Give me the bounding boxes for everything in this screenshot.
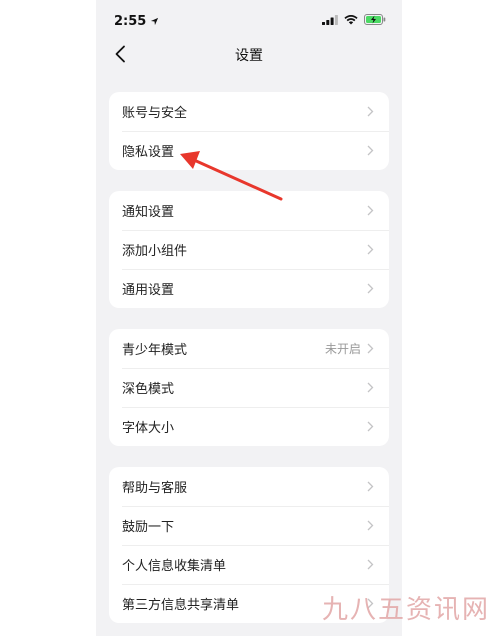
chevron-right-icon [365, 520, 375, 532]
chevron-right-icon [365, 559, 375, 571]
settings-item-privacy[interactable]: 隐私设置 [109, 131, 389, 170]
settings-item-font-size[interactable]: 字体大小 [109, 407, 389, 446]
status-icons [322, 14, 386, 25]
chevron-right-icon [365, 421, 375, 433]
chevron-right-icon [365, 382, 375, 394]
chevron-right-icon [365, 244, 375, 256]
battery-charging-icon [364, 14, 386, 25]
settings-item-label: 字体大小 [122, 421, 175, 436]
settings-item-label: 深色模式 [122, 382, 175, 397]
status-bar: 2:55 [96, 0, 402, 42]
wifi-icon [344, 14, 358, 24]
settings-item-add-widget[interactable]: 添加小组件 [109, 230, 389, 269]
chevron-right-icon [365, 106, 375, 118]
settings-item-label: 个人信息收集清单 [122, 559, 227, 574]
teen-mode-status: 未开启 [324, 342, 361, 356]
signal-icon [322, 14, 338, 25]
page-title: 设置 [235, 48, 263, 64]
settings-item-label: 青少年模式 [122, 343, 188, 358]
chevron-right-icon [365, 481, 375, 493]
settings-item-encourage[interactable]: 鼓励一下 [109, 506, 389, 545]
settings-group-general: 通知设置 添加小组件 通用设置 [109, 191, 389, 308]
settings-item-personal-info-list[interactable]: 个人信息收集清单 [109, 545, 389, 584]
nav-bar: 设置 [96, 38, 402, 70]
location-arrow-icon [151, 17, 159, 26]
phone-screen: 2:55 设置 账号与安全 隐私设置 通知设置 添加小组件 通用设置 青少年模式… [96, 0, 402, 636]
chevron-right-icon [365, 145, 375, 157]
chevron-right-icon [365, 343, 375, 355]
settings-item-dark-mode[interactable]: 深色模式 [109, 368, 389, 407]
settings-group-account: 账号与安全 隐私设置 [109, 92, 389, 170]
settings-item-label: 帮助与客服 [122, 481, 188, 496]
watermark: 九八五资讯网 [321, 595, 490, 625]
settings-item-label: 通用设置 [122, 283, 175, 298]
chevron-right-icon [365, 205, 375, 217]
settings-item-account-security[interactable]: 账号与安全 [109, 92, 389, 131]
settings-item-notifications[interactable]: 通知设置 [109, 191, 389, 230]
settings-item-general[interactable]: 通用设置 [109, 269, 389, 308]
settings-item-help-support[interactable]: 帮助与客服 [109, 467, 389, 506]
chevron-right-icon [365, 283, 375, 295]
settings-item-label: 隐私设置 [122, 145, 175, 160]
settings-item-label: 通知设置 [122, 205, 175, 220]
settings-item-label: 鼓励一下 [122, 520, 175, 535]
settings-group-display: 青少年模式 未开启 深色模式 字体大小 [109, 329, 389, 446]
status-time: 2:55 [114, 14, 159, 29]
settings-item-label: 账号与安全 [122, 106, 188, 121]
settings-item-label: 添加小组件 [122, 244, 188, 259]
settings-item-teen-mode[interactable]: 青少年模式 未开启 [109, 329, 389, 368]
status-time-text: 2:55 [114, 14, 147, 29]
